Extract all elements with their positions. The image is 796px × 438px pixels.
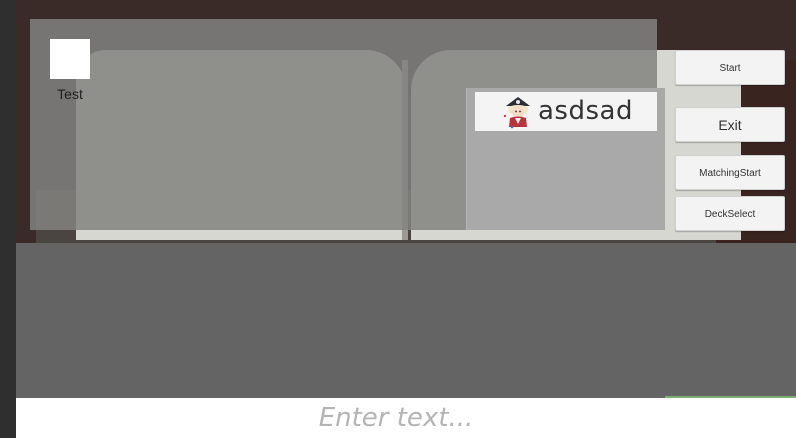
exit-button[interactable]: Exit	[675, 107, 785, 142]
deck-select-button[interactable]: DeckSelect	[675, 196, 785, 231]
card-entry-name: asdsad	[538, 96, 633, 126]
chat-log-area	[16, 243, 796, 398]
pirate-character-icon	[503, 97, 530, 129]
chat-text-input[interactable]	[16, 398, 796, 438]
item-thumbnail[interactable]	[50, 39, 90, 79]
start-button[interactable]: Start	[675, 50, 785, 85]
matching-start-button[interactable]: MatchingStart	[675, 155, 785, 190]
item-label: Test	[57, 86, 83, 102]
left-border-strip	[0, 0, 16, 438]
